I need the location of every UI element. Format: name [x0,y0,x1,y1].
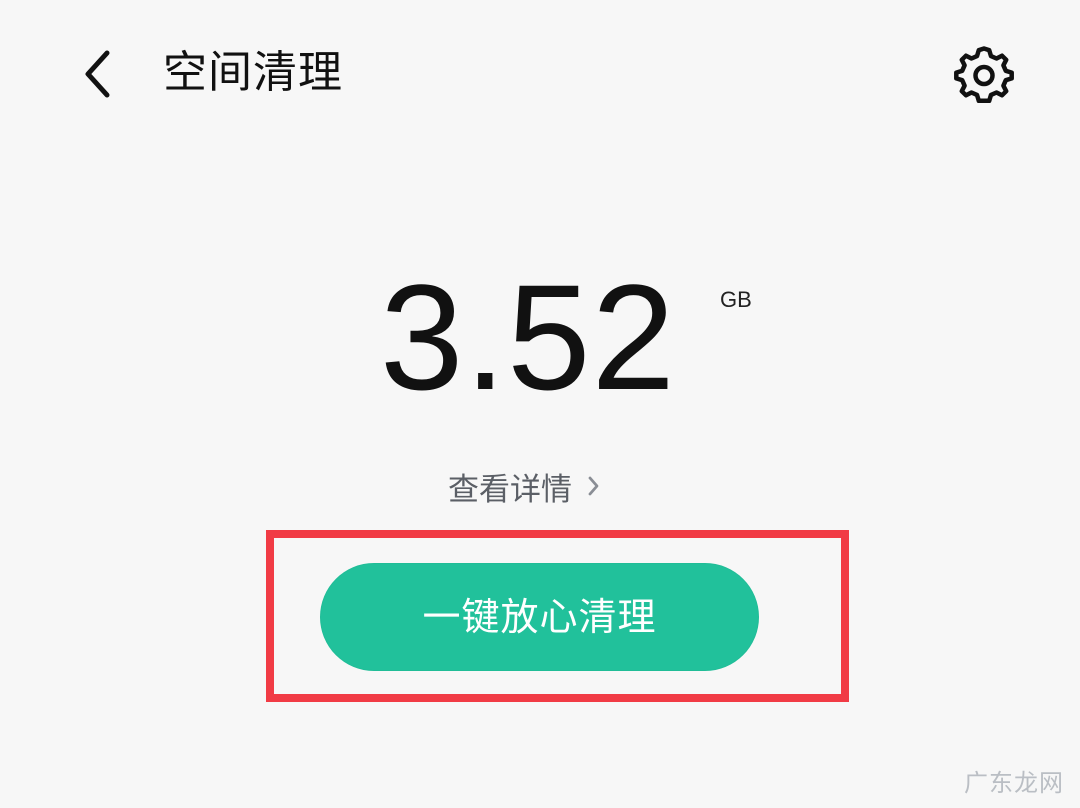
view-details-link[interactable]: 查看详情 [448,464,602,508]
page-title: 空间清理 [163,47,343,98]
storage-size-value: 3.52 [380,253,676,421]
one-tap-clean-button[interactable]: 一键放心清理 [320,563,759,671]
storage-size-unit: GB [720,287,752,312]
settings-button[interactable] [948,38,1020,110]
chevron-left-icon [85,50,110,98]
chevron-right-icon [588,476,599,496]
view-details-label: 查看详情 [448,471,572,508]
back-button[interactable] [70,42,126,106]
watermark: 广东龙网 [964,769,1064,797]
gear-icon [954,46,1014,104]
